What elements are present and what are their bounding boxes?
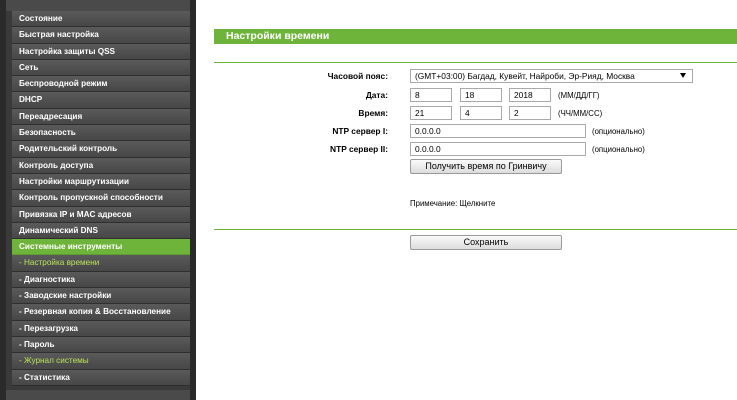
sidebar-item[interactable]: Состояние (12, 11, 190, 28)
sidebar-item[interactable]: Настройка защиты QSS (12, 43, 190, 60)
sidebar-item[interactable]: - Журнал системы (12, 353, 190, 370)
sidebar-item[interactable]: - Настройка времени (12, 255, 190, 272)
sidebar-item[interactable]: - Пароль (12, 336, 190, 354)
sidebar-item[interactable]: Привязка IP и MAC адресов (12, 206, 190, 223)
time-label: Время: (358, 108, 388, 118)
sidebar-item[interactable]: Безопасность (12, 125, 190, 142)
sidebar-item[interactable]: Сеть (12, 59, 190, 77)
page-title: Настройки времени (214, 29, 737, 44)
sidebar-item[interactable]: - Заводские настройки (12, 288, 190, 305)
ntp1-optional: (опционально) (592, 127, 645, 136)
chevron-down-icon (680, 73, 686, 78)
sidebar-rail (0, 0, 6, 400)
sidebar-item[interactable]: Родительский контроль (12, 141, 190, 158)
date-year-input[interactable] (509, 88, 551, 102)
get-gmt-button[interactable]: Получить время по Гринвичу (410, 159, 562, 174)
sidebar-item[interactable]: - Перезагрузка (12, 320, 190, 337)
sidebar-item[interactable]: - Резервная копия & Восстановление (12, 304, 190, 321)
timezone-label: Часовой пояс: (327, 71, 388, 81)
sidebar-item[interactable]: Быстрая настройка (12, 27, 190, 44)
sidebar-item[interactable]: Динамический DNS (12, 222, 190, 240)
date-month-input[interactable] (410, 88, 452, 102)
date-day-input[interactable] (460, 88, 502, 102)
time-minute-input[interactable] (460, 106, 502, 120)
sidebar-item[interactable]: Системные инструменты (12, 239, 190, 256)
ntp2-optional: (опционально) (592, 145, 645, 154)
time-second-input[interactable] (509, 106, 551, 120)
sidebar: Состояние Быстрая настройка Настройка защи… (0, 0, 196, 400)
sidebar-item[interactable]: DHCP (12, 92, 190, 109)
sidebar-menu: Состояние Быстрая настройка Настройка защи… (12, 11, 190, 386)
sidebar-item[interactable]: Беспроводной режим (12, 76, 190, 93)
sidebar-item[interactable]: - Диагностика (12, 271, 190, 289)
save-button[interactable]: Сохранить (410, 235, 562, 250)
divider-bottom (214, 229, 737, 230)
date-format-hint: (ММ/ДД/ГГ) (558, 91, 600, 100)
timezone-value: (GMT+03:00) Багдад, Кувейт, Найроби, Эр-… (415, 71, 635, 81)
sidebar-item[interactable]: Настройки маршрутизации (12, 173, 190, 191)
sidebar-edge (190, 0, 196, 400)
sidebar-item[interactable]: - Статистика (12, 369, 190, 386)
date-label: Дата: (365, 90, 388, 100)
ntp1-input[interactable] (410, 124, 586, 138)
sidebar-item[interactable]: Переадресация (12, 108, 190, 126)
time-format-hint: (ЧЧ/ММ/СС) (558, 109, 603, 118)
divider-top (214, 62, 737, 63)
ntp2-input[interactable] (410, 142, 586, 156)
sidebar-top (6, 0, 190, 11)
ntp1-label: NTP сервер I: (332, 126, 388, 136)
sidebar-item[interactable]: Контроль пропускной способности (12, 190, 190, 207)
sidebar-bottom (6, 390, 190, 400)
timezone-select[interactable]: (GMT+03:00) Багдад, Кувейт, Найроби, Эр-… (410, 69, 693, 83)
note-text: Примечание: Щелкните (410, 199, 496, 208)
sidebar-item[interactable]: Контроль доступа (12, 157, 190, 174)
ntp2-label: NTP сервер II: (330, 144, 388, 154)
time-hour-input[interactable] (410, 106, 452, 120)
